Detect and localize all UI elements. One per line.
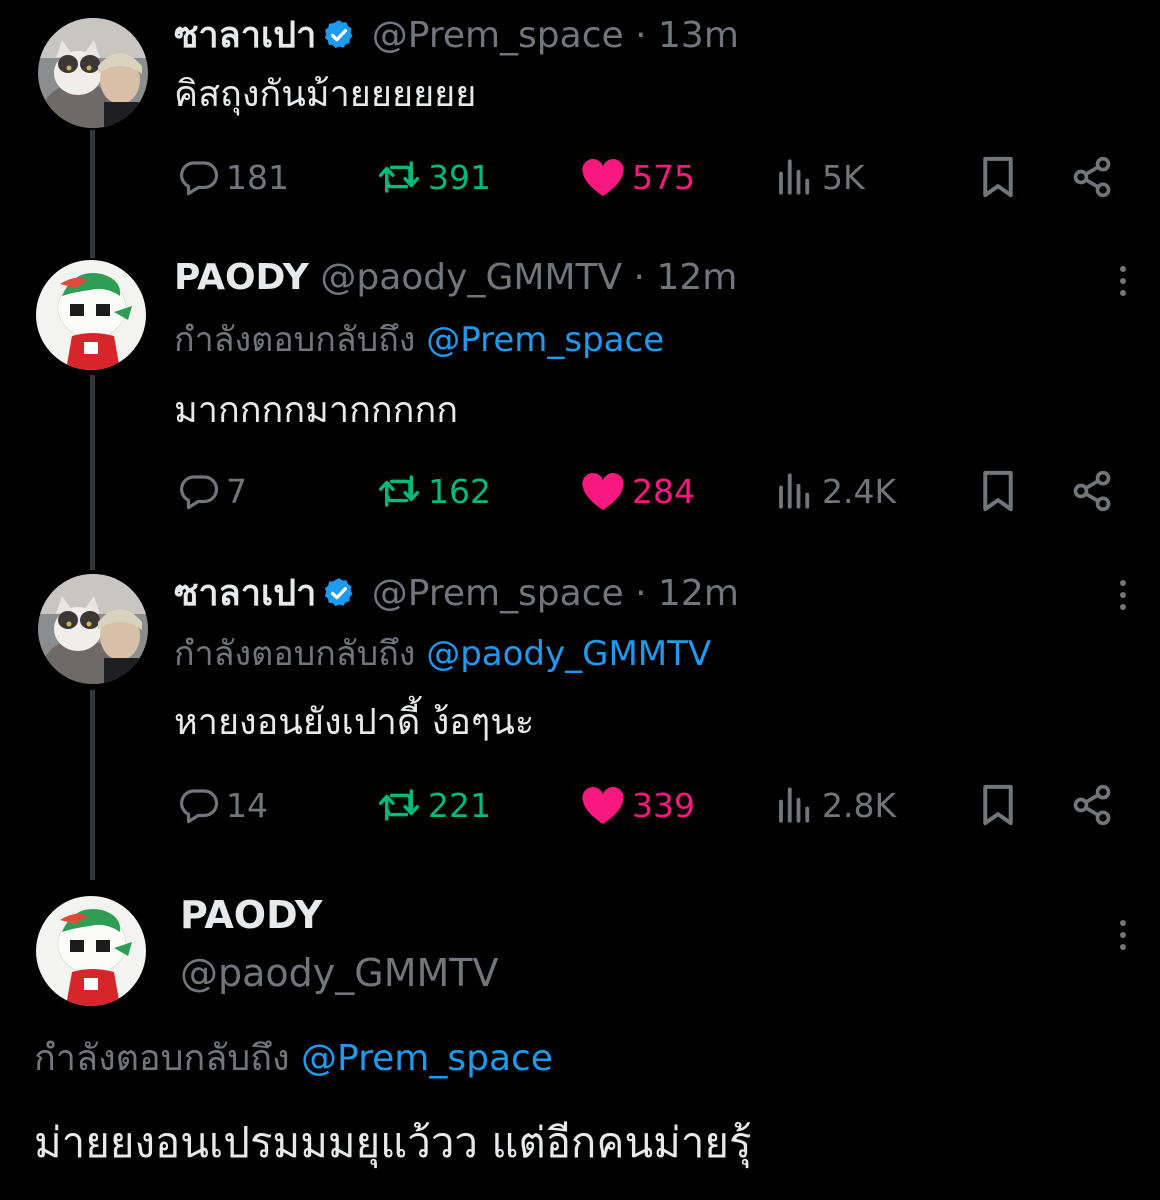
display-name[interactable]: PAODY: [180, 892, 322, 938]
reply-icon: [180, 475, 219, 510]
timestamp[interactable]: 13m: [658, 15, 739, 56]
share-icon: [1073, 470, 1111, 512]
share-button[interactable]: [1070, 780, 1120, 830]
action-bar: 14 221 339 2.8K: [0, 780, 1160, 830]
avatar-paody[interactable]: [36, 896, 146, 1006]
replying-to: กำลังตอบกลับถึง @Prem_space: [174, 318, 664, 362]
bookmark-button[interactable]: [978, 152, 1024, 202]
bookmark-button[interactable]: [978, 780, 1024, 830]
mention-link[interactable]: @paody_GMMTV: [426, 634, 711, 674]
share-button[interactable]: [1070, 466, 1120, 516]
thread-tweet-3[interactable]: ซาลาเปา @Prem_space · 12m กำลังตอบกลับถึ…: [0, 556, 1160, 876]
timestamp[interactable]: 12m: [656, 257, 737, 298]
like-count: 339: [632, 785, 695, 825]
retweet-icon: [378, 475, 420, 507]
views-button[interactable]: 5K: [774, 152, 865, 202]
like-button[interactable]: 339: [580, 780, 695, 830]
retweet-button[interactable]: 162: [376, 466, 491, 516]
display-name[interactable]: PAODY: [174, 257, 309, 298]
separator-dot: ·: [635, 15, 647, 56]
display-name[interactable]: ซาลาเปา: [174, 15, 316, 56]
separator-dot: ·: [633, 257, 645, 298]
retweet-count: 391: [428, 157, 491, 197]
tweet-text: มากกกกมากกกกก: [174, 390, 459, 431]
like-button[interactable]: 284: [580, 466, 695, 516]
views-icon: [779, 473, 810, 509]
replying-to: กำลังตอบกลับถึง @Prem_space: [34, 1036, 553, 1082]
retweet-button[interactable]: 391: [376, 152, 491, 202]
like-count: 284: [632, 471, 695, 511]
separator-dot: ·: [635, 573, 647, 614]
replying-to-label: กำลังตอบกลับถึง: [174, 320, 416, 360]
retweet-icon: [378, 161, 420, 193]
timestamp[interactable]: 12m: [658, 573, 739, 614]
replying-to-label: กำลังตอบกลับถึง: [34, 1038, 290, 1079]
user-handle[interactable]: @paody_GMMTV: [180, 950, 499, 996]
tweet-text: คิสถุงกันม้ายยยยยย: [174, 74, 477, 115]
user-handle[interactable]: @paody_GMMTV: [320, 257, 622, 298]
thread-tweet-2[interactable]: PAODY @paody_GMMTV · 12m กำลังตอบกลับถึง…: [0, 240, 1160, 560]
mention-link[interactable]: @Prem_space: [426, 320, 664, 360]
share-button[interactable]: [1070, 152, 1120, 202]
like-count: 575: [632, 157, 695, 197]
share-icon: [1073, 156, 1111, 198]
bookmark-icon: [983, 470, 1013, 512]
action-bar: 181 391 575 5K: [0, 152, 1160, 202]
bookmark-icon: [983, 156, 1013, 198]
views-icon: [779, 787, 810, 823]
action-bar: 7 162 284 2.4K: [0, 466, 1160, 516]
like-heart-icon: [582, 159, 624, 197]
reply-count: 14: [226, 785, 268, 825]
avatar-prem[interactable]: [38, 18, 148, 128]
replying-to: กำลังตอบกลับถึง @paody_GMMTV: [174, 632, 711, 676]
avatar-paody[interactable]: [36, 260, 146, 370]
bookmark-icon: [983, 784, 1013, 826]
views-button[interactable]: 2.4K: [774, 466, 896, 516]
more-options-icon[interactable]: [1118, 920, 1128, 956]
verified-badge-icon: [322, 18, 356, 63]
thread-tweet-1[interactable]: ซาลาเปา @Prem_space · 13m คิสถุงกันม้ายย…: [0, 0, 1160, 240]
bookmark-button[interactable]: [978, 466, 1024, 516]
views-count: 2.8K: [822, 785, 897, 825]
reply-icon: [180, 161, 219, 196]
user-handle[interactable]: @Prem_space: [372, 15, 624, 56]
retweet-count: 162: [428, 471, 491, 511]
views-button[interactable]: 2.8K: [774, 780, 896, 830]
views-icon: [779, 159, 810, 195]
tweet-text: ม่ายยงอนเปรมมมยุแว้วว แต่อีกคนม่ายรุ้: [34, 1118, 752, 1167]
more-options-icon[interactable]: [1118, 580, 1128, 616]
reply-icon: [180, 789, 219, 824]
like-button[interactable]: 575: [580, 152, 695, 202]
verified-badge-icon: [322, 576, 356, 621]
retweet-icon: [378, 789, 420, 821]
like-heart-icon: [582, 787, 624, 825]
reply-count: 7: [226, 471, 247, 511]
user-handle[interactable]: @Prem_space: [372, 573, 624, 614]
tweet-header: ซาลาเปา @Prem_space · 12m: [174, 572, 739, 621]
tweet-header: ซาลาเปา @Prem_space · 13m: [174, 14, 739, 63]
reply-button[interactable]: 7: [178, 466, 247, 516]
views-count: 2.4K: [822, 471, 897, 511]
retweet-count: 221: [428, 785, 491, 825]
tweet-text: หายงอนยังเปาดี้ ง้อๆนะ: [174, 702, 535, 743]
reply-button[interactable]: 181: [178, 152, 289, 202]
tweet-header: PAODY @paody_GMMTV · 12m: [174, 256, 737, 300]
share-icon: [1073, 784, 1111, 826]
views-count: 5K: [822, 157, 865, 197]
reply-button[interactable]: 14: [178, 780, 268, 830]
mention-link[interactable]: @Prem_space: [301, 1038, 553, 1079]
replying-to-label: กำลังตอบกลับถึง: [174, 634, 416, 674]
more-options-icon[interactable]: [1118, 266, 1128, 302]
display-name[interactable]: ซาลาเปา: [174, 573, 316, 614]
reply-count: 181: [226, 157, 289, 197]
retweet-button[interactable]: 221: [376, 780, 491, 830]
avatar-prem[interactable]: [38, 574, 148, 684]
main-tweet[interactable]: PAODY @paody_GMMTV กำลังตอบกลับถึง @Prem…: [0, 876, 1160, 1200]
like-heart-icon: [582, 473, 624, 511]
